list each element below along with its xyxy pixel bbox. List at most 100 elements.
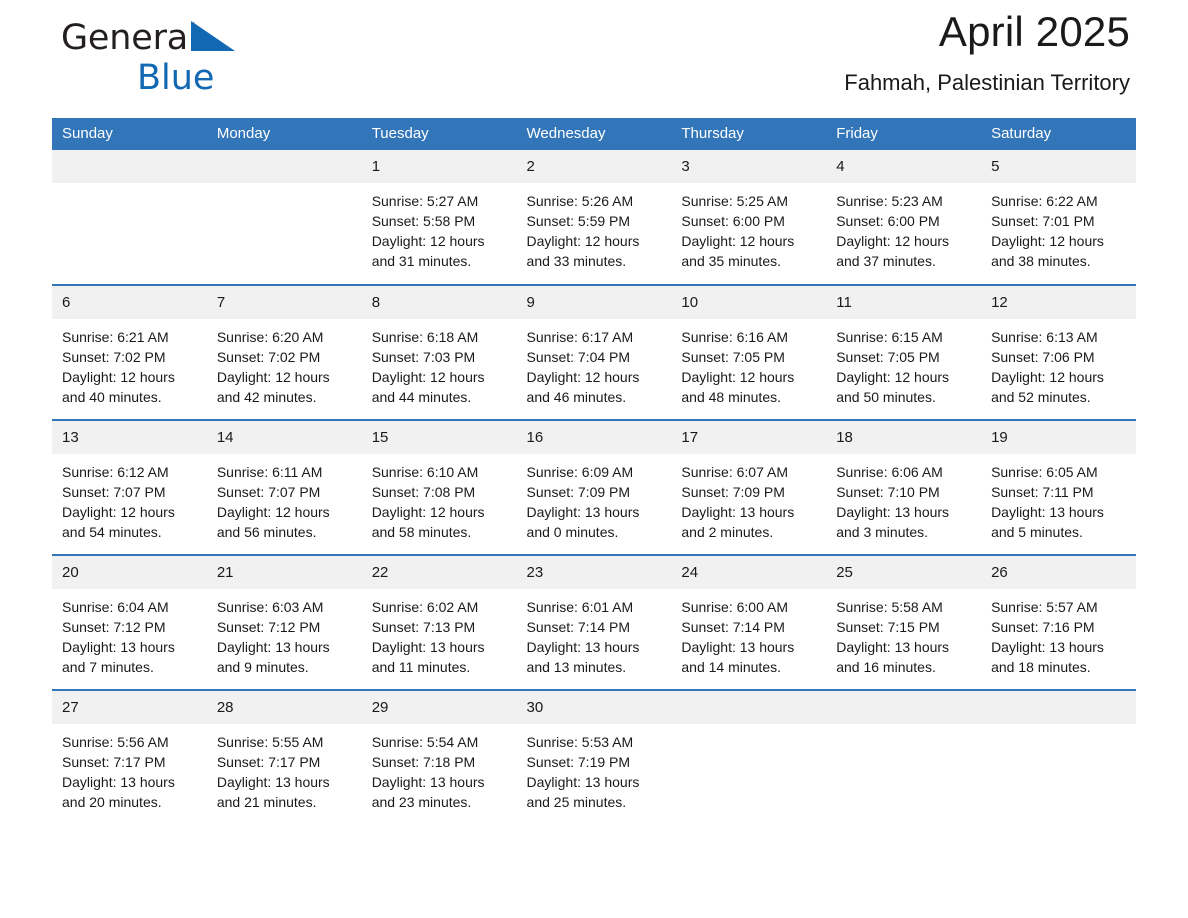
- sunrise-text: Sunrise: 6:13 AM: [991, 329, 1098, 345]
- daylight-text-line1: Daylight: 13 hours: [991, 639, 1104, 655]
- day-details: Sunrise: 5:57 AM Sunset: 7:16 PM Daylight:…: [981, 589, 1136, 677]
- daylight-text-line1: Daylight: 12 hours: [371, 369, 485, 385]
- weekday-header-friday: Friday: [826, 118, 982, 150]
- calendar-day-cell[interactable]: 17 Sunrise: 6:07 AM Sunset: 7:09 PM Dayligh…: [671, 419, 827, 555]
- day-number: 2: [516, 150, 672, 183]
- calendar-day-cell[interactable]: 28 Sunrise: 5:55 AM Sunset: 7:17 PM Dayligh…: [206, 689, 362, 825]
- calendar-day-cell[interactable]: 10 Sunrise: 6:16 AM Sunset: 7:05 PM Dayligh…: [671, 284, 827, 420]
- daylight-text-line2: and 5 minutes.: [991, 524, 1083, 540]
- day-details: Sunrise: 6:03 AM Sunset: 7:12 PM Daylight:…: [207, 589, 362, 677]
- calendar-day-cell[interactable]: 11 Sunrise: 6:15 AM Sunset: 7:05 PM Dayligh…: [826, 284, 982, 420]
- calendar-day-cell[interactable]: 12 Sunrise: 6:13 AM Sunset: 7:06 PM Dayligh…: [981, 284, 1136, 420]
- daylight-text-line1: Daylight: 12 hours: [836, 369, 950, 385]
- calendar-cell-empty: [826, 689, 982, 825]
- day-details: Sunrise: 6:17 AM Sunset: 7:04 PM Daylight:…: [517, 319, 672, 407]
- daylight-text-line1: Daylight: 13 hours: [681, 504, 795, 520]
- daylight-text-line2: and 35 minutes.: [681, 253, 781, 269]
- logo-top-row: General: [61, 16, 361, 60]
- sunset-text: Sunset: 7:06 PM: [991, 349, 1095, 365]
- calendar-day-cell[interactable]: 20 Sunrise: 6:04 AM Sunset: 7:12 PM Dayligh…: [52, 554, 207, 690]
- calendar-day-cell[interactable]: 21 Sunrise: 6:03 AM Sunset: 7:12 PM Dayligh…: [206, 554, 362, 690]
- daylight-text-line2: and 40 minutes.: [62, 389, 162, 405]
- sunset-text: Sunset: 7:05 PM: [681, 349, 785, 365]
- calendar-day-cell[interactable]: 8 Sunrise: 6:18 AM Sunset: 7:03 PM Daylight…: [361, 284, 517, 420]
- calendar-day-cell[interactable]: 22 Sunrise: 6:02 AM Sunset: 7:13 PM Dayligh…: [361, 554, 517, 690]
- day-details: Sunrise: 5:26 AM Sunset: 5:59 PM Daylight:…: [517, 183, 672, 271]
- day-details: Sunrise: 6:01 AM Sunset: 7:14 PM Daylight:…: [517, 589, 672, 677]
- daylight-text-line2: and 46 minutes.: [526, 389, 627, 405]
- sunset-text: Sunset: 6:00 PM: [681, 213, 785, 229]
- calendar-day-cell[interactable]: 1 Sunrise: 5:27 AM Sunset: 5:58 PM Daylight…: [361, 150, 517, 285]
- calendar-header-row: Sunday Monday Tuesday Wednesday Thursday…: [52, 118, 1136, 150]
- calendar-day-cell[interactable]: 15 Sunrise: 6:10 AM Sunset: 7:08 PM Dayligh…: [361, 419, 517, 555]
- calendar-day-cell[interactable]: 5 Sunrise: 6:22 AM Sunset: 7:01 PM Daylight…: [981, 150, 1136, 285]
- day-details: Sunrise: 5:55 AM Sunset: 7:17 PM Daylight:…: [207, 724, 362, 812]
- day-details: Sunrise: 6:22 AM Sunset: 7:01 PM Daylight:…: [981, 183, 1136, 271]
- calendar-day-cell[interactable]: 25 Sunrise: 5:58 AM Sunset: 7:15 PM Dayligh…: [826, 554, 982, 690]
- sunrise-text: Sunrise: 6:07 AM: [681, 464, 788, 480]
- day-details: Sunrise: 6:18 AM Sunset: 7:03 PM Daylight:…: [362, 319, 517, 407]
- daylight-text-line1: Daylight: 12 hours: [681, 369, 795, 385]
- sunset-text: Sunset: 7:07 PM: [62, 484, 166, 500]
- day-number: 13: [52, 421, 207, 454]
- calendar-cell-empty: [671, 689, 827, 825]
- daylight-text-line2: and 16 minutes.: [836, 659, 936, 675]
- day-number: 21: [206, 556, 362, 589]
- daylight-text-line1: Daylight: 12 hours: [216, 369, 330, 385]
- sunset-text: Sunset: 7:05 PM: [836, 349, 940, 365]
- daylight-text-line1: Daylight: 13 hours: [62, 639, 175, 655]
- daylight-text-line2: and 9 minutes.: [216, 659, 309, 675]
- calendar-day-cell[interactable]: 2 Sunrise: 5:26 AM Sunset: 5:59 PM Daylight…: [516, 150, 672, 285]
- daylight-text-line1: Daylight: 12 hours: [991, 369, 1104, 385]
- sunset-text: Sunset: 7:15 PM: [836, 619, 940, 635]
- day-details: Sunrise: 5:53 AM Sunset: 7:19 PM Daylight:…: [517, 724, 672, 812]
- calendar-day-cell[interactable]: 3 Sunrise: 5:25 AM Sunset: 6:00 PM Daylight…: [671, 150, 827, 285]
- daylight-text-line2: and 44 minutes.: [371, 389, 472, 405]
- day-number: 6: [52, 286, 207, 319]
- calendar-day-cell[interactable]: 9 Sunrise: 6:17 AM Sunset: 7:04 PM Daylight…: [516, 284, 672, 420]
- day-number: 4: [826, 150, 982, 183]
- day-details: Sunrise: 5:54 AM Sunset: 7:18 PM Daylight:…: [362, 724, 517, 812]
- sunset-text: Sunset: 7:17 PM: [62, 754, 166, 770]
- sunrise-text: Sunrise: 6:03 AM: [216, 599, 324, 615]
- sunrise-text: Sunrise: 6:04 AM: [62, 599, 169, 615]
- calendar-day-cell[interactable]: 4 Sunrise: 5:23 AM Sunset: 6:00 PM Daylight…: [826, 150, 982, 285]
- sunrise-text: Sunrise: 6:05 AM: [991, 464, 1098, 480]
- calendar-day-cell[interactable]: 29 Sunrise: 5:54 AM Sunset: 7:18 PM Dayligh…: [361, 689, 517, 825]
- calendar-day-cell[interactable]: 14 Sunrise: 6:11 AM Sunset: 7:07 PM Dayligh…: [206, 419, 362, 555]
- calendar-day-cell[interactable]: 24 Sunrise: 6:00 AM Sunset: 7:14 PM Dayligh…: [671, 554, 827, 690]
- calendar-day-cell[interactable]: 16 Sunrise: 6:09 AM Sunset: 7:09 PM Dayligh…: [516, 419, 672, 555]
- daylight-text-line2: and 38 minutes.: [991, 253, 1091, 269]
- daylight-text-line2: and 37 minutes.: [836, 253, 936, 269]
- sunset-text: Sunset: 7:10 PM: [836, 484, 940, 500]
- day-details: Sunrise: 6:02 AM Sunset: 7:13 PM Daylight:…: [362, 589, 517, 677]
- day-number: 25: [826, 556, 982, 589]
- calendar-week-row: 1 Sunrise: 5:27 AM Sunset: 5:58 PM Daylight…: [52, 150, 1136, 285]
- daylight-text-line1: Daylight: 12 hours: [62, 504, 175, 520]
- sunset-text: Sunset: 7:17 PM: [216, 754, 321, 770]
- daylight-text-line2: and 33 minutes.: [526, 253, 627, 269]
- daylight-text-line1: Daylight: 12 hours: [681, 233, 795, 249]
- day-details: Sunrise: 5:23 AM Sunset: 6:00 PM Daylight:…: [826, 183, 981, 271]
- daylight-text-line1: Daylight: 13 hours: [371, 774, 485, 790]
- calendar-day-cell[interactable]: 30 Sunrise: 5:53 AM Sunset: 7:19 PM Dayligh…: [516, 689, 672, 825]
- calendar-day-cell[interactable]: 19 Sunrise: 6:05 AM Sunset: 7:11 PM Dayligh…: [981, 419, 1136, 555]
- calendar-day-cell[interactable]: 18 Sunrise: 6:06 AM Sunset: 7:10 PM Dayligh…: [826, 419, 982, 555]
- calendar-day-cell[interactable]: 13 Sunrise: 6:12 AM Sunset: 7:07 PM Dayligh…: [52, 419, 207, 555]
- daylight-text-line2: and 42 minutes.: [216, 389, 317, 405]
- day-details: Sunrise: 6:21 AM Sunset: 7:02 PM Daylight:…: [52, 319, 207, 407]
- daylight-text-line2: and 50 minutes.: [836, 389, 936, 405]
- calendar-day-cell[interactable]: 23 Sunrise: 6:01 AM Sunset: 7:14 PM Dayligh…: [516, 554, 672, 690]
- day-details: Sunrise: 6:15 AM Sunset: 7:05 PM Daylight:…: [826, 319, 981, 407]
- calendar-day-cell[interactable]: 6 Sunrise: 6:21 AM Sunset: 7:02 PM Daylight…: [52, 284, 207, 420]
- calendar-day-cell[interactable]: 7 Sunrise: 6:20 AM Sunset: 7:02 PM Daylight…: [206, 284, 362, 420]
- daylight-text-line1: Daylight: 13 hours: [62, 774, 175, 790]
- daylight-text-line1: Daylight: 12 hours: [526, 369, 640, 385]
- calendar-cell-empty: [52, 150, 207, 285]
- calendar-day-cell[interactable]: 26 Sunrise: 5:57 AM Sunset: 7:16 PM Dayligh…: [981, 554, 1136, 690]
- daylight-text-line1: Daylight: 13 hours: [836, 639, 950, 655]
- calendar-day-cell[interactable]: 27 Sunrise: 5:56 AM Sunset: 7:17 PM Dayligh…: [52, 689, 207, 825]
- sunset-text: Sunset: 7:07 PM: [216, 484, 321, 500]
- sunrise-text: Sunrise: 5:27 AM: [371, 193, 479, 209]
- sunrise-text: Sunrise: 5:57 AM: [991, 599, 1098, 615]
